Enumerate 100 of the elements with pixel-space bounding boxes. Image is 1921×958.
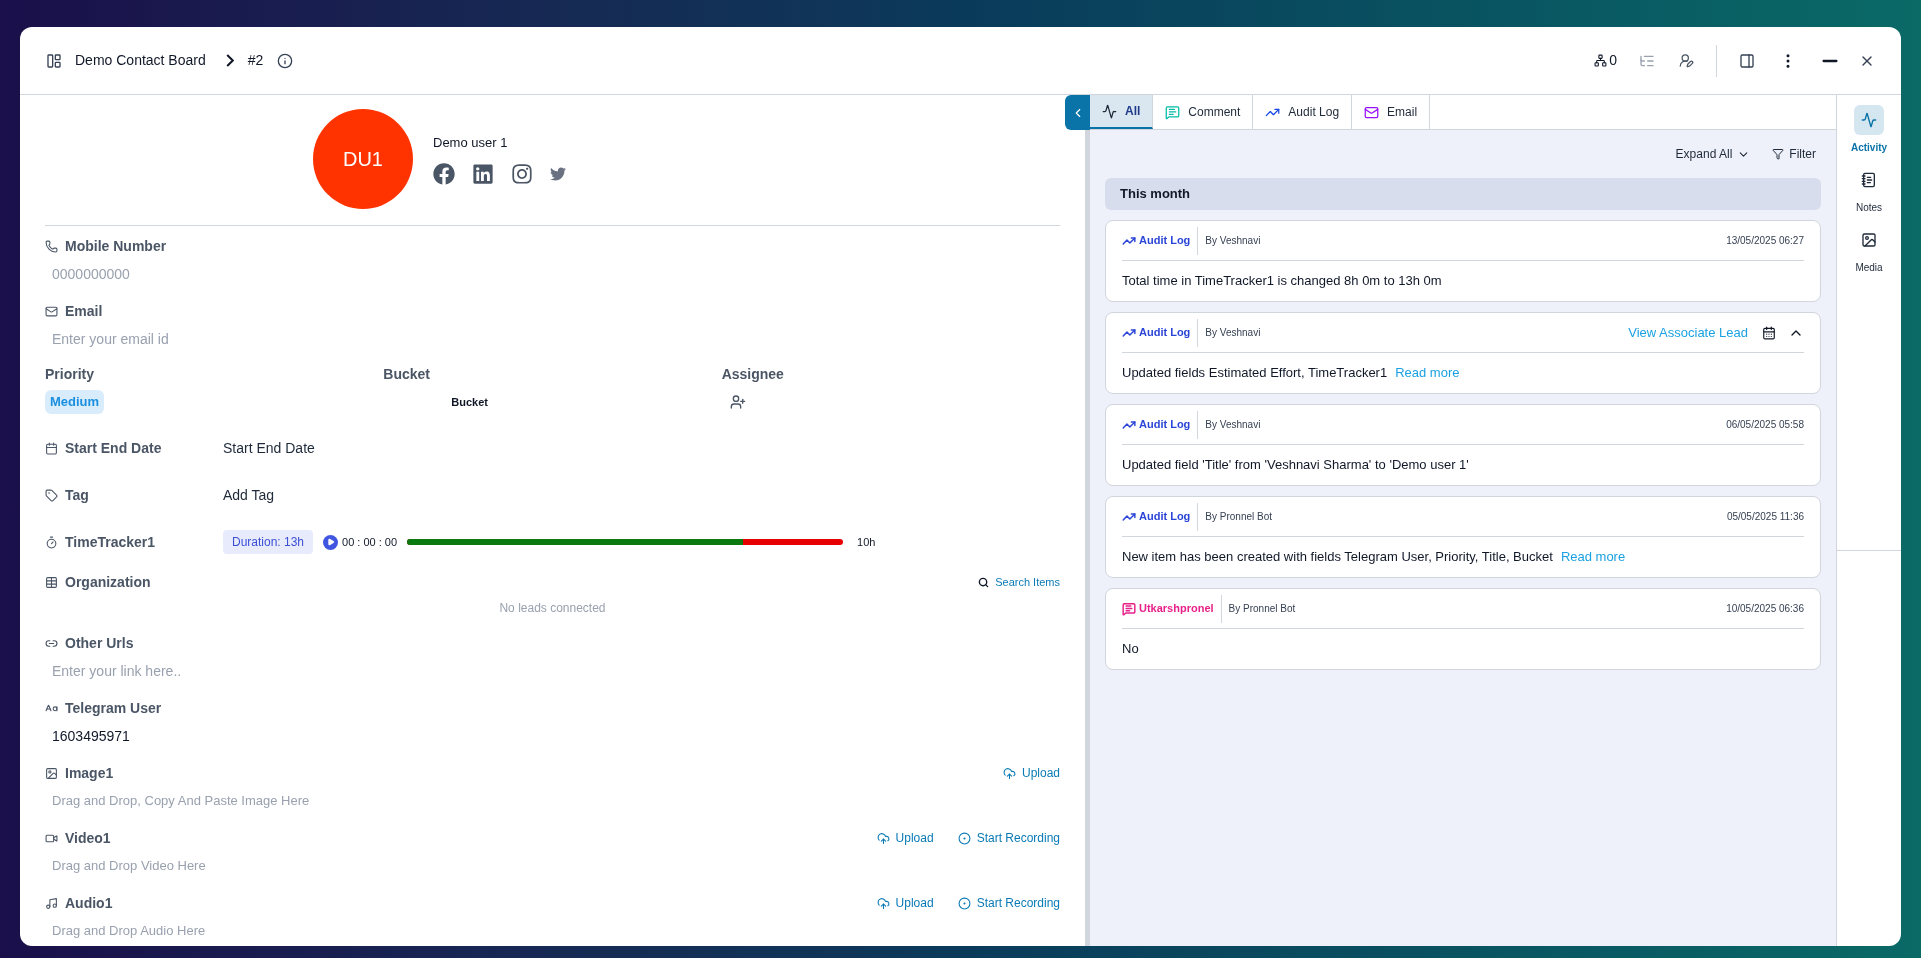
comment-icon [1165,104,1181,120]
feed-filter-tab[interactable]: Comment [1153,95,1254,129]
cloud-upload-icon [876,896,890,910]
breadcrumb-chevron-icon [225,54,234,67]
board-icon [46,52,62,69]
expand-all-dropdown[interactable]: Expand All [1675,145,1751,163]
field-value: 1603495971 [51,726,131,746]
collapse-panel-button[interactable] [1065,95,1090,130]
time-estimate: 10h [857,534,876,550]
activity-author: By Veshnavi [1205,234,1261,248]
cloud-upload-icon [876,831,890,845]
item-number: #2 [247,51,264,70]
text-field[interactable]: Enter your link here.. [45,655,645,687]
upload-button[interactable]: Upload [876,829,934,847]
activity-text: New item has been created with fields Telegram User, Priority, Title, Bucket Read more [1122,548,1626,567]
pulse-icon [1861,112,1877,128]
field-label: Other Urls [65,633,134,653]
pulse-icon [1102,103,1117,119]
activity-text: No [1122,640,1139,659]
field-icon [45,488,58,502]
activity-text: Total time in TimeTracker1 is changed 8h 0m to 13h 0m [1122,272,1442,291]
side-rail-tab[interactable]: Activity [1850,105,1888,155]
field-label: Mobile Number [65,236,167,256]
upload-button[interactable]: Upload [1002,764,1060,782]
twitter-icon[interactable] [550,165,566,182]
start-recording-button[interactable]: Start Recording [957,894,1060,912]
view-associate-lead-link[interactable]: View Associate Lead [1628,322,1748,343]
field-label: Image1 [65,763,114,783]
activity-author: By Pronnel Bot [1228,602,1296,616]
field-label: Email [65,301,103,321]
text-field[interactable]: 0000000000 [45,258,645,290]
activity-date: 10/05/2025 06:36 [1726,602,1804,616]
notes-icon [1861,172,1877,188]
play-icon [326,538,335,546]
user-icon[interactable] [1679,53,1694,68]
activity-source: Audit Log [1139,417,1191,433]
image-icon [1861,232,1877,248]
field-value[interactable]: Start End Date [223,437,315,459]
side-panel-icon[interactable] [1739,52,1755,69]
contact-name: Demo user 1 [433,134,509,152]
start-recording-button[interactable]: Start Recording [957,829,1060,847]
feed-filter-tab[interactable]: All [1090,95,1154,129]
play-button[interactable] [323,534,339,550]
field-icon [45,441,58,455]
field-icon [45,896,58,910]
search-icon [978,576,990,588]
read-more-link[interactable]: Read more [1560,549,1626,565]
search-items-button[interactable]: Search Items [978,573,1060,591]
activity-text: Updated fields Estimated Effort, TimeTracker1 Read more [1122,364,1460,383]
activity-text: Updated field 'Title' from 'Veshnavi Sharma' to 'Demo user 1' [1122,456,1469,475]
subitems-button[interactable]: 0 [1594,50,1617,71]
activity-author: By Pronnel Bot [1205,510,1273,524]
field-label: Assignee [721,365,785,384]
field-label: TimeTracker1 [65,532,156,552]
instagram-icon[interactable] [511,162,533,185]
field-icon [45,304,58,318]
feed-filter-tab[interactable]: Email [1352,95,1431,129]
bucket-value[interactable]: Bucket [451,390,722,414]
record-icon [957,896,971,910]
activity-date: 05/05/2025 11:36 [1726,510,1804,524]
field-label: Bucket [383,365,431,384]
side-rail-tab[interactable]: Notes [1854,165,1884,215]
record-icon [957,831,971,845]
field-label: Video1 [65,828,111,848]
add-user-icon[interactable] [729,394,746,410]
upload-button[interactable]: Upload [876,894,934,912]
drop-zone-hint[interactable]: Drag and Drop Video Here [45,850,1060,882]
board-link[interactable]: Demo Contact Board [75,50,206,71]
field-icon [45,239,58,253]
facebook-icon[interactable] [433,162,455,185]
drop-zone-hint[interactable]: Drag and Drop Audio Here [45,915,1060,946]
mail-icon [1364,104,1380,120]
feed-filter-tab[interactable]: Audit Log [1253,95,1353,129]
field-label: Audio1 [65,893,113,913]
activity-date: 13/05/2025 06:27 [1726,234,1804,248]
read-more-link[interactable]: Read more [1395,365,1460,381]
activity-date: 06/05/2025 05:58 [1726,418,1804,432]
cloud-upload-icon [1002,766,1016,780]
filter-button[interactable]: Filter [1772,145,1816,163]
text-field[interactable]: Enter your email id [45,323,645,355]
linkedin-icon[interactable] [472,162,494,185]
side-rail-tab[interactable]: Media [1854,225,1884,275]
field-label: Telegram User [65,698,162,718]
activity-source: Utkarshpronel [1139,601,1214,617]
activity-source: Audit Log [1139,509,1191,525]
field-icon [45,535,58,549]
empty-message: No leads connected [499,600,606,617]
field-label: Priority [45,365,95,384]
field-label: Start End Date [65,438,162,458]
priority-badge[interactable]: Medium [45,390,105,414]
field-label: Tag [65,485,89,505]
field-icon [45,575,58,589]
activity-author: By Veshnavi [1205,418,1261,432]
drop-zone-hint[interactable]: Drag and Drop, Copy And Paste Image Here [45,785,1060,817]
hierarchy-icon [1594,54,1608,67]
duration-badge: Duration: 13h [223,530,314,554]
calendar-icon[interactable] [1762,325,1776,340]
field-value[interactable]: Add Tag [223,484,275,506]
timer-reading: 00 : 00 : 00 [342,534,398,550]
info-icon[interactable] [277,52,294,69]
